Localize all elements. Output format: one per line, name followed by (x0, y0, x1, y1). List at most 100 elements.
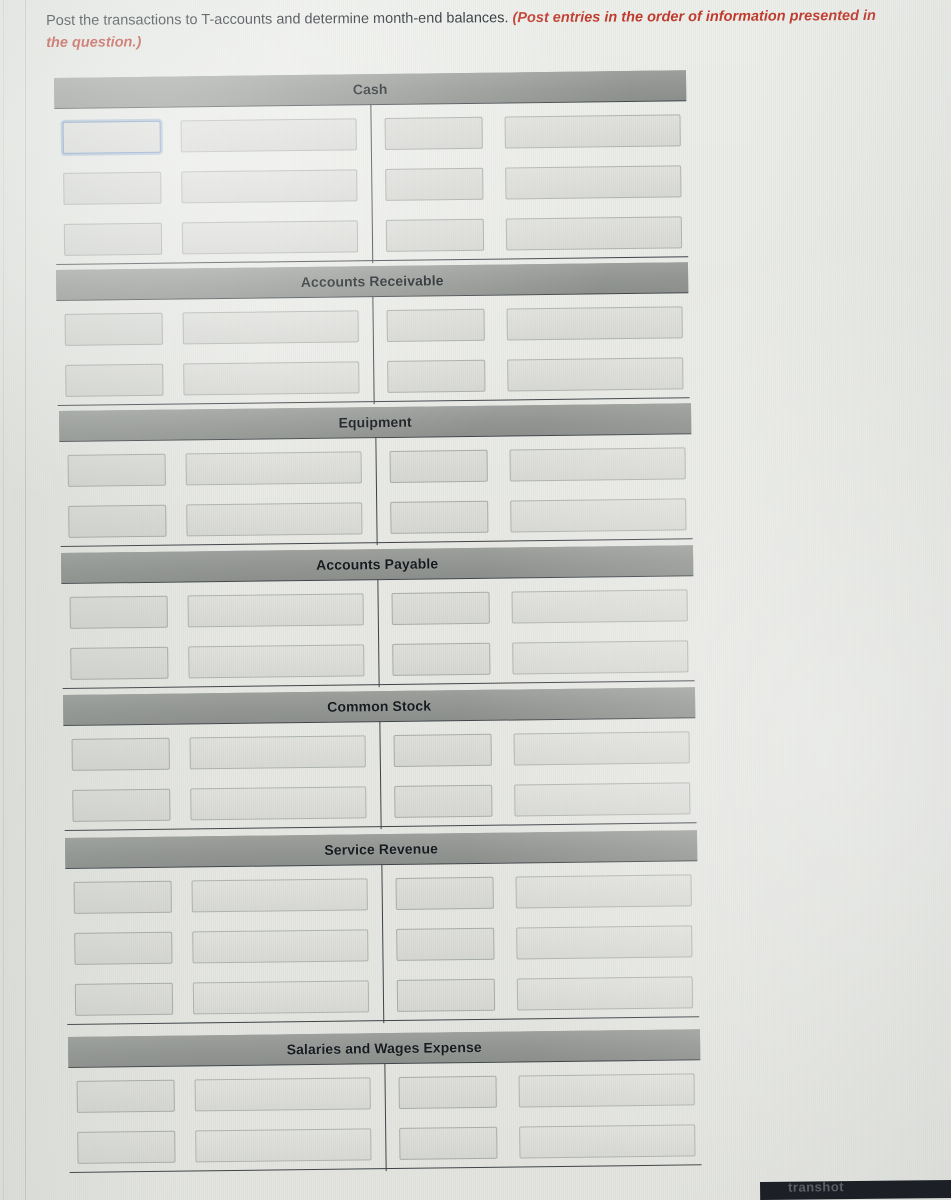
account-entry-grid (61, 575, 695, 689)
credit-account-select[interactable] (396, 927, 495, 961)
credit-account-select[interactable] (390, 500, 489, 534)
credit-amount-input[interactable] (506, 305, 683, 340)
credit-account-select[interactable] (393, 733, 492, 767)
credit-amount-input[interactable] (513, 730, 690, 765)
debit-account-select[interactable] (69, 595, 168, 629)
debit-account-select[interactable] (68, 504, 167, 538)
debit-side (55, 168, 371, 205)
debit-amount-input[interactable] (183, 360, 360, 395)
debit-account-select[interactable] (67, 453, 166, 487)
account-entry-grid (59, 433, 693, 547)
debit-side (66, 877, 382, 914)
debit-side (62, 643, 378, 680)
credit-amount-input[interactable] (510, 497, 687, 532)
credit-amount-input[interactable] (504, 113, 681, 148)
credit-account-select[interactable] (396, 978, 496, 1012)
debit-amount-input[interactable] (180, 117, 357, 152)
question-prompt: Post the transactions to T-accounts and … (46, 5, 894, 55)
credit-side (378, 588, 694, 625)
screen-edge-strip: transhot (760, 1179, 951, 1200)
debit-account-select[interactable] (62, 120, 161, 154)
debit-side (60, 501, 376, 538)
account-entry-grid (63, 717, 697, 831)
debit-account-select[interactable] (65, 363, 164, 397)
credit-side (382, 924, 698, 961)
debit-account-select[interactable] (63, 171, 162, 205)
t-account-row (61, 579, 694, 638)
debit-amount-input[interactable] (185, 450, 362, 485)
credit-account-select[interactable] (384, 116, 483, 150)
t-account-row (67, 966, 700, 1025)
credit-account-select[interactable] (399, 1126, 498, 1160)
debit-amount-input[interactable] (189, 734, 366, 769)
credit-account-select[interactable] (398, 1075, 497, 1109)
debit-account-select[interactable] (74, 982, 174, 1016)
debit-side (60, 450, 376, 487)
credit-account-select[interactable] (385, 218, 485, 252)
account-title: Accounts Receivable (300, 272, 444, 291)
credit-amount-input[interactable] (507, 356, 684, 391)
debit-amount-input[interactable] (190, 785, 367, 820)
credit-account-select[interactable] (394, 784, 493, 818)
t-account: Cash (54, 70, 689, 265)
credit-side (385, 1072, 701, 1109)
credit-account-select[interactable] (389, 449, 488, 483)
debit-account-select[interactable] (71, 737, 170, 771)
t-account: Service Revenue (65, 830, 700, 1025)
credit-amount-input[interactable] (516, 924, 693, 959)
debit-account-select[interactable] (72, 788, 171, 822)
prompt-main-text: Post the transactions to T-accounts and … (46, 10, 509, 29)
credit-side (371, 113, 687, 150)
credit-amount-input[interactable] (515, 873, 692, 908)
debit-account-select[interactable] (70, 646, 169, 680)
debit-side (69, 1076, 385, 1113)
debit-side (56, 219, 372, 256)
debit-amount-input[interactable] (191, 877, 368, 912)
debit-account-select[interactable] (76, 1079, 175, 1113)
debit-account-select[interactable] (77, 1130, 176, 1164)
screenshot-page: Post the transactions to T-accounts and … (0, 0, 951, 1200)
t-account: Equipment (59, 403, 693, 547)
credit-account-select[interactable] (392, 642, 491, 676)
credit-account-select[interactable] (387, 359, 486, 393)
credit-account-select[interactable] (385, 167, 484, 201)
debit-account-select[interactable] (63, 222, 163, 256)
debit-side (67, 979, 383, 1016)
credit-amount-input[interactable] (518, 1072, 695, 1107)
debit-amount-input[interactable] (195, 1127, 372, 1162)
debit-amount-input[interactable] (181, 168, 358, 203)
debit-amount-input[interactable] (182, 309, 359, 344)
credit-amount-input[interactable] (519, 1123, 696, 1158)
debit-amount-input[interactable] (192, 928, 369, 963)
t-account-row (57, 347, 690, 406)
debit-amount-input[interactable] (186, 501, 363, 536)
credit-side (372, 215, 688, 252)
t-account: Salaries and Wages Expense (68, 1029, 702, 1173)
debit-amount-input[interactable] (188, 643, 365, 678)
debit-account-select[interactable] (74, 931, 173, 965)
debit-amount-input[interactable] (181, 219, 359, 254)
credit-amount-input[interactable] (511, 588, 688, 623)
credit-account-select[interactable] (395, 876, 494, 910)
debit-amount-input[interactable] (187, 592, 364, 627)
credit-amount-input[interactable] (516, 975, 694, 1010)
credit-amount-input[interactable] (505, 164, 682, 199)
account-entry-grid (56, 292, 690, 406)
debit-amount-input[interactable] (192, 979, 370, 1014)
debit-amount-input[interactable] (194, 1076, 371, 1111)
t-account-row (59, 437, 692, 496)
credit-side (380, 781, 696, 818)
credit-account-select[interactable] (391, 591, 490, 625)
t-account-row (56, 296, 689, 355)
debit-side (55, 117, 371, 154)
credit-amount-input[interactable] (505, 215, 683, 250)
credit-side (382, 873, 698, 910)
debit-account-select[interactable] (64, 312, 163, 346)
credit-amount-input[interactable] (514, 781, 691, 816)
credit-amount-input[interactable] (509, 446, 686, 481)
credit-amount-input[interactable] (512, 639, 689, 674)
t-account-row (65, 864, 698, 923)
account-entry-grid (65, 860, 700, 1025)
credit-account-select[interactable] (386, 308, 485, 342)
debit-account-select[interactable] (73, 880, 172, 914)
